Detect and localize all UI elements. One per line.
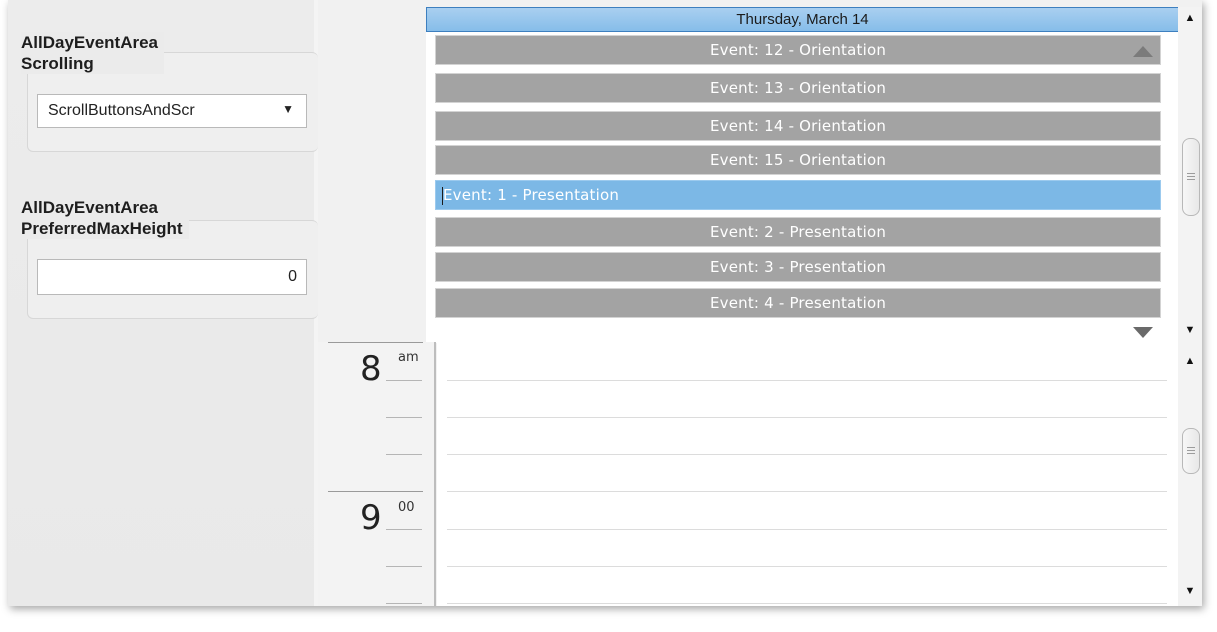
all-day-event[interactable]: Event: 14 - Orientation [435,111,1161,141]
scrolling-label: AllDayEventArea Scrolling [21,32,165,74]
all-day-event[interactable]: Event: 2 - Presentation [435,217,1161,247]
time-ruler: 8 am 9 00 [318,342,434,606]
time-grid-scrollbar[interactable]: ▲ ▼ [1178,342,1202,606]
hour-label: 8 [360,349,382,389]
all-day-event[interactable]: Event: 4 - Presentation [435,288,1161,318]
triangle-down-icon[interactable]: ▼ [1178,319,1202,341]
triangle-up-icon[interactable]: ▲ [1178,7,1202,29]
time-slot-line [447,454,1167,455]
chevron-down-icon[interactable]: ▼ [282,102,294,116]
hour-line [328,491,423,492]
max-height-label: AllDayEventArea PreferredMaxHeight [21,197,189,239]
day-time-grid[interactable] [437,342,1179,606]
slot-tick [386,454,422,455]
hour-suffix: 00 [398,500,415,515]
max-height-input[interactable]: 0 [37,259,307,295]
scrolling-combobox[interactable]: ScrollButtonsAndScr ▼ [37,94,307,128]
time-slot-line [447,380,1167,381]
slot-tick [386,529,422,530]
event-label: Event: 14 - Orientation [709,117,887,135]
all-day-scroll-up-icon[interactable] [1133,46,1153,57]
grip-line [1187,450,1195,451]
time-slot-line [447,603,1167,604]
slot-tick [386,380,422,381]
event-label: Event: 4 - Presentation [709,294,887,312]
all-day-event[interactable]: Event: 12 - Orientation [435,35,1161,65]
all-day-scroll-down-icon[interactable] [1133,327,1153,338]
slot-tick [386,417,422,418]
all-day-scrollbar-thumb[interactable] [1182,138,1200,216]
time-slot-line [447,566,1167,567]
event-label: Event: 2 - Presentation [709,223,887,241]
max-height-label-line1: AllDayEventArea [21,198,159,217]
scrolling-selected-value: ScrollButtonsAndScr [48,102,195,119]
grip-line [1187,173,1195,174]
event-label: Event: 13 - Orientation [709,79,887,97]
grip-line [1187,176,1195,177]
hour-line [328,342,423,343]
all-day-event-area: Event: 12 - Orientation Event: 13 - Orie… [426,32,1179,343]
scrolling-label-line1: AllDayEventArea [21,33,159,52]
scheduler-demo-window: AllDayEventArea Scrolling ScrollButtonsA… [8,0,1202,606]
settings-panel: AllDayEventArea Scrolling ScrollButtonsA… [8,0,318,606]
event-label: Event: 1 - Presentation [443,186,620,204]
time-slot-line [447,491,1167,492]
hour-suffix: am [398,350,419,365]
event-label: Event: 12 - Orientation [709,41,887,59]
time-slot-line [447,417,1167,418]
time-slot-line [447,529,1167,530]
scrolling-label-line2: Scrolling [21,54,94,73]
all-day-event-selected[interactable]: Event: 1 - Presentation [435,180,1161,210]
all-day-event[interactable]: Event: 3 - Presentation [435,252,1161,282]
date-header[interactable]: Thursday, March 14 [426,7,1179,32]
hour-label: 9 [360,498,382,538]
grip-line [1187,453,1195,454]
event-label: Event: 15 - Orientation [709,151,887,169]
max-height-label-line2: PreferredMaxHeight [21,219,183,238]
time-grid-scrollbar-thumb[interactable] [1182,428,1200,474]
all-day-event[interactable]: Event: 15 - Orientation [435,145,1161,175]
triangle-down-icon[interactable]: ▼ [1178,580,1202,602]
time-ruler-divider [434,342,436,606]
all-day-scrollbar[interactable]: ▲ ▼ [1178,7,1202,342]
max-height-value: 0 [288,268,297,285]
triangle-up-icon[interactable]: ▲ [1178,350,1202,372]
slot-tick [386,566,422,567]
all-day-event[interactable]: Event: 13 - Orientation [435,73,1161,103]
grip-line [1187,179,1195,180]
slot-tick [386,603,422,604]
scheduler-view: Thursday, March 14 Event: 12 - Orientati… [318,0,1202,606]
event-label: Event: 3 - Presentation [709,258,887,276]
grip-line [1187,447,1195,448]
